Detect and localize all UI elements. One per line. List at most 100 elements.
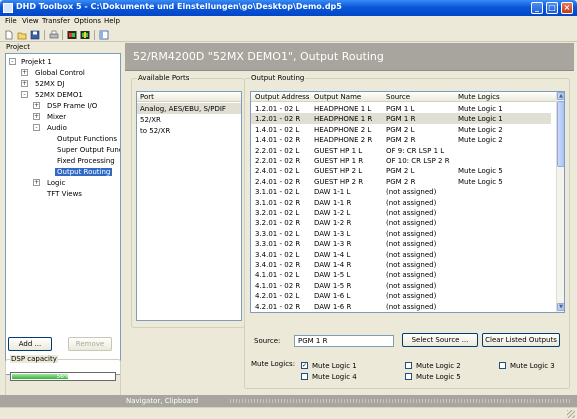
tree-expander[interactable]: + bbox=[21, 80, 28, 87]
project-tree[interactable]: - Projekt 1 + Global Control + 52MX DJ -… bbox=[5, 53, 121, 375]
output-name-cell: GUEST HP 2 L bbox=[314, 167, 363, 176]
tree-expander[interactable]: + bbox=[33, 102, 40, 109]
transfer-settings-icon[interactable] bbox=[80, 30, 90, 40]
table-row[interactable]: 3.4.01 - 02 R DAW 1-4 R (not assigned) bbox=[251, 259, 551, 269]
tree-expander[interactable]: + bbox=[21, 69, 28, 76]
tree-node-label: Global Control bbox=[35, 69, 85, 77]
table-row[interactable]: 2.4.01 - 02 R GUEST HP 2 R PGM 2 R Mute Log… bbox=[251, 176, 551, 186]
scroll-up-icon[interactable]: ▲ bbox=[557, 92, 564, 100]
port-item[interactable]: to 52/XR bbox=[137, 125, 241, 136]
source-cell: PGM 1 L bbox=[386, 105, 415, 113]
source-cell: (not assigned) bbox=[386, 302, 437, 311]
table-row[interactable]: 3.1.01 - 02 L DAW 1-1 L (not assigned) bbox=[251, 186, 551, 196]
transfer-icon[interactable] bbox=[67, 30, 77, 40]
table-row[interactable]: 4.2.01 - 02 R DAW 1-6 R (not assigned) bbox=[251, 301, 551, 311]
table-row[interactable]: 3.4.01 - 02 L DAW 1-4 L (not assigned) bbox=[251, 249, 551, 259]
splitter-grip[interactable] bbox=[230, 399, 570, 403]
output-address-cell: 2.2.01 - 02 L bbox=[255, 146, 300, 155]
port-item[interactable]: 52/XR bbox=[137, 114, 241, 125]
tree-node-label: Output Routing bbox=[55, 168, 113, 176]
checkbox-box[interactable] bbox=[301, 373, 308, 380]
status-text: Navigator, Clipboard bbox=[126, 397, 199, 405]
open-icon[interactable] bbox=[17, 30, 27, 40]
source-column-header[interactable]: Source bbox=[386, 93, 410, 101]
menu-view[interactable]: View bbox=[22, 17, 39, 25]
output-routing-table[interactable]: Output Address Output Name Source Mute L… bbox=[250, 91, 565, 313]
output-address-cell: 4.1.01 - 02 L bbox=[255, 271, 300, 280]
select-source-button[interactable]: Select Source ... bbox=[402, 333, 478, 347]
tree-expander[interactable]: + bbox=[33, 113, 40, 120]
new-icon[interactable] bbox=[4, 30, 14, 40]
checkbox-box[interactable] bbox=[405, 373, 412, 380]
table-row[interactable]: 4.2.01 - 02 L DAW 1-6 L (not assigned) bbox=[251, 290, 551, 300]
resize-grip-icon[interactable] bbox=[567, 410, 575, 418]
port-item[interactable]: Analog, AES/EBU, S/PDIF bbox=[137, 103, 241, 114]
checkbox-box[interactable] bbox=[405, 362, 412, 369]
table-row[interactable]: 1.2.01 - 02 L HEADPHONE 1 L PGM 1 L Mute Lo… bbox=[251, 103, 551, 113]
table-row[interactable]: 3.3.01 - 02 R DAW 1-3 R (not assigned) bbox=[251, 238, 551, 248]
table-row[interactable]: 3.2.01 - 02 R DAW 1-2 R (not assigned) bbox=[251, 217, 551, 227]
source-cell: PGM 2 L bbox=[386, 125, 415, 134]
source-label: Source: bbox=[254, 337, 281, 345]
scroll-down-icon[interactable]: ▼ bbox=[557, 303, 564, 311]
status-bar: Navigator, Clipboard bbox=[0, 395, 577, 407]
output-address-cell: 4.1.01 - 02 R bbox=[255, 281, 301, 290]
table-row[interactable]: 4.1.01 - 02 R DAW 1-5 R (not assigned) bbox=[251, 280, 551, 290]
table-row[interactable]: 1.2.01 - 02 R HEADPHONE 1 R PGM 1 R Mute Lo… bbox=[251, 113, 551, 124]
output-name-cell: GUEST HP 1 L bbox=[314, 146, 363, 155]
table-row[interactable]: 3.1.01 - 02 R DAW 1-1 R (not assigned) bbox=[251, 197, 551, 207]
output-name-cell: DAW 1-2 L bbox=[314, 209, 351, 217]
tree-expander[interactable]: - bbox=[21, 91, 28, 98]
mute-logics-cell: Mute Logic 5 bbox=[458, 167, 503, 176]
toolbar-separator bbox=[94, 30, 95, 40]
maximize-button[interactable]: □ bbox=[546, 2, 558, 14]
source-cell: PGM 2 R bbox=[386, 177, 416, 186]
print-icon[interactable] bbox=[49, 30, 59, 40]
ports-list[interactable]: Port Analog, AES/EBU, S/PDIF 52/XR to 52… bbox=[136, 91, 242, 321]
minimize-button[interactable]: _ bbox=[531, 2, 543, 14]
scrollbar-thumb[interactable] bbox=[557, 101, 564, 167]
view-icon[interactable] bbox=[99, 30, 109, 40]
port-column-header[interactable]: Port bbox=[140, 93, 154, 101]
checkbox-box[interactable] bbox=[499, 362, 506, 369]
port-item-label: Analog, AES/EBU, S/PDIF bbox=[140, 105, 226, 113]
save-icon[interactable] bbox=[30, 30, 40, 40]
output-address-cell: 1.2.01 - 02 R bbox=[255, 115, 301, 124]
table-row[interactable]: 2.2.01 - 02 L GUEST HP 1 L OF 9: CR LSP 1 … bbox=[251, 145, 551, 155]
vertical-scrollbar[interactable]: ▲ ▼ bbox=[556, 92, 564, 312]
port-item-label: to 52/XR bbox=[140, 127, 171, 135]
menu-options[interactable]: Options bbox=[74, 17, 101, 25]
table-row[interactable]: 4.1.01 - 02 L DAW 1-5 L (not assigned) bbox=[251, 269, 551, 279]
table-row[interactable]: 1.4.01 - 02 R HEADPHONE 2 R PGM 2 R Mute Lo… bbox=[251, 134, 551, 144]
menu-help[interactable]: Help bbox=[104, 17, 120, 25]
app-icon[interactable] bbox=[3, 3, 13, 13]
mute-logics-column-header[interactable]: Mute Logics bbox=[458, 93, 500, 101]
output-address-cell: 4.2.01 - 02 L bbox=[255, 292, 300, 301]
output-address-column-header[interactable]: Output Address bbox=[255, 93, 309, 101]
table-row[interactable]: 1.4.01 - 02 L HEADPHONE 2 L PGM 2 L Mute Lo… bbox=[251, 124, 551, 134]
menu-file[interactable]: File bbox=[5, 17, 17, 25]
mute-logics-cell: Mute Logic 1 bbox=[458, 105, 503, 113]
table-row[interactable]: 2.2.01 - 02 R GUEST HP 1 R OF 10: CR LSP 2… bbox=[251, 155, 551, 165]
source-field[interactable]: PGM 1 R bbox=[294, 335, 394, 347]
tree-expander[interactable]: - bbox=[33, 124, 40, 131]
table-row[interactable]: 3.3.01 - 02 L DAW 1-3 L (not assigned) bbox=[251, 228, 551, 238]
checkbox-box[interactable]: ✓ bbox=[301, 362, 308, 369]
output-address-cell: 4.2.01 - 02 R bbox=[255, 302, 301, 311]
mute-logics-cell: Mute Logic 2 bbox=[458, 125, 503, 134]
tree-expander[interactable]: + bbox=[33, 179, 40, 186]
close-button[interactable]: × bbox=[561, 2, 573, 14]
tree-expander[interactable]: - bbox=[9, 58, 16, 65]
tree-node-label: DSP Frame I/O bbox=[47, 102, 98, 110]
output-name-column-header[interactable]: Output Name bbox=[314, 93, 361, 101]
clear-listed-outputs-button[interactable]: Clear Listed Outputs bbox=[482, 333, 560, 347]
table-row[interactable]: 3.2.01 - 02 L DAW 1-2 L (not assigned) bbox=[251, 207, 551, 217]
main-content: Available Ports Port Analog, AES/EBU, S/… bbox=[125, 71, 574, 395]
source-cell: (not assigned) bbox=[386, 271, 437, 280]
output-name-cell: DAW 1-5 R bbox=[314, 281, 352, 290]
remove-button[interactable]: Remove bbox=[68, 337, 112, 351]
output-address-cell: 1.4.01 - 02 R bbox=[255, 136, 301, 145]
add-button[interactable]: Add ... bbox=[8, 337, 52, 351]
menu-transfer[interactable]: Transfer bbox=[42, 17, 70, 25]
table-row[interactable]: 2.4.01 - 02 L GUEST HP 2 L PGM 2 L Mute Log… bbox=[251, 165, 551, 175]
